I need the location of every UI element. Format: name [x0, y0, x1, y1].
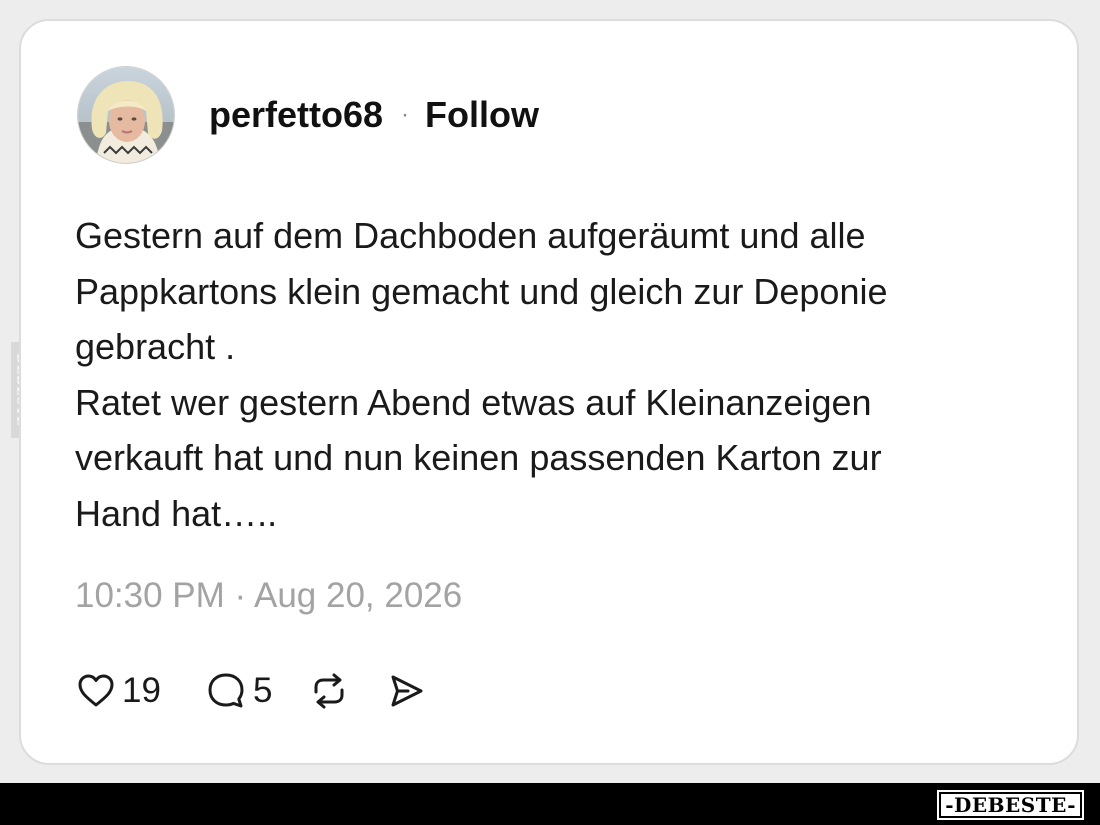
post-timestamp: 10:30 PM · Aug 20, 2026 [75, 576, 463, 615]
post-text-line: Pappkartons klein gemacht und gleich zur… [75, 270, 888, 312]
page: DEBESTE [0, 0, 1100, 825]
avatar[interactable] [77, 66, 175, 164]
post-body: Gestern auf dem Dachboden aufgeräumt und… [75, 208, 1035, 541]
reply-button[interactable]: 5 [205, 670, 272, 712]
post-card: perfetto68 · Follow Gestern auf dem Dach… [19, 19, 1079, 765]
post-header: perfetto68 · Follow [77, 65, 539, 165]
repost-button[interactable] [308, 670, 350, 712]
follow-button[interactable]: Follow [425, 94, 539, 136]
post-text-line: Gestern auf dem Dachboden aufgeräumt und… [75, 215, 866, 256]
repost-arrows-icon [314, 673, 344, 709]
like-count: 19 [122, 671, 161, 710]
reply-count: 5 [252, 671, 273, 710]
footer-bar: -DEBESTE- [0, 783, 1100, 825]
avatar-photo [78, 67, 174, 163]
like-button[interactable]: 19 [76, 671, 161, 711]
comment-bubble-icon [208, 673, 244, 708]
post-text-line: Hand hat….. [75, 492, 278, 534]
post-text-line: gebracht . [75, 326, 236, 367]
share-button[interactable] [386, 671, 426, 711]
post-text-line: verkauft hat und nun keinen passenden Ka… [75, 437, 882, 478]
post-text-line: Ratet wer gestern Abend etwas auf Kleina… [75, 381, 872, 423]
header-separator: · [401, 101, 410, 128]
username[interactable]: perfetto68 [209, 94, 383, 136]
footer-watermark-logo: -DEBESTE- [937, 790, 1084, 820]
action-bar: 19 5 [76, 667, 426, 715]
send-icon [391, 675, 423, 707]
heart-icon [78, 674, 114, 707]
